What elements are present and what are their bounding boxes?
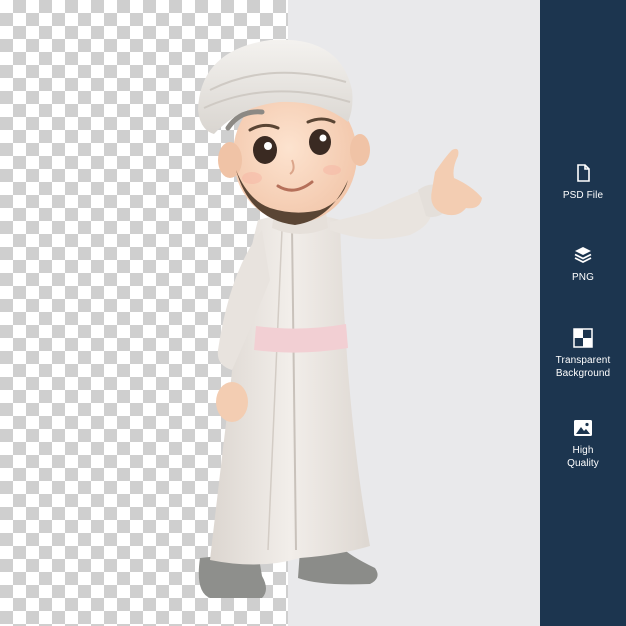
feature-label: High Quality	[567, 445, 599, 469]
feature-transparent-background: Transparent Background	[540, 328, 626, 380]
image-icon	[574, 420, 592, 436]
feature-label: PNG	[572, 272, 594, 283]
preview-canvas: PSD File PNG Transparent Background High…	[0, 0, 626, 626]
layers-icon	[574, 247, 592, 264]
feature-label: PSD File	[562, 190, 604, 201]
feature-label: Transparent Background	[555, 355, 611, 379]
transparency-icon	[573, 328, 593, 348]
features-sidebar: PSD File PNG Transparent Background High…	[540, 0, 626, 626]
character-illustration	[198, 39, 482, 598]
file-icon	[577, 164, 590, 182]
left-hand	[216, 382, 248, 422]
right-arm	[330, 190, 432, 239]
feature-psd-file: PSD File	[540, 163, 626, 202]
feature-high-quality: High Quality	[540, 418, 626, 470]
feature-png: PNG	[540, 245, 626, 284]
right-hand	[431, 148, 482, 216]
